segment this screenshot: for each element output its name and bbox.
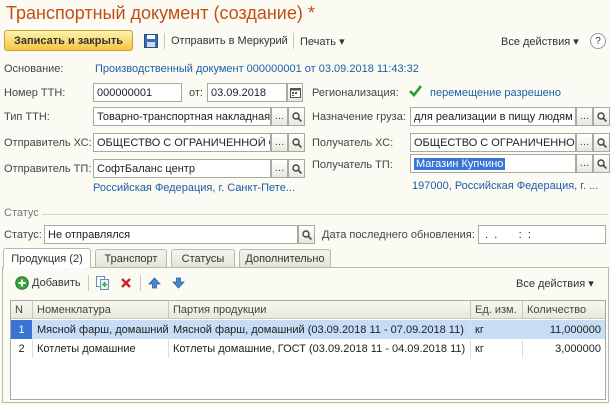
last-update-value: . . : : xyxy=(482,228,531,241)
row-nomenclature: Мясной фарш, домашний xyxy=(33,320,169,339)
search-icon xyxy=(291,137,302,148)
receiver-hs-value: ОБЩЕСТВО С ОГРАНИЧЕННОЙ ОТВЕТСТВЕННОСТЬЮ xyxy=(414,136,575,149)
sender-tp-value: СофтБаланс центр xyxy=(97,162,195,175)
receiver-hs-label: Получатель ХС: xyxy=(312,137,394,149)
calendar-button[interactable] xyxy=(287,83,303,102)
regionalization-status: перемещение разрешено xyxy=(430,87,561,99)
row-number: 2 xyxy=(11,339,33,358)
cargo-purpose-value: для реализации в пищу людям xyxy=(414,110,573,123)
save-and-close-button[interactable]: Записать и закрыть xyxy=(4,30,133,51)
date-from-label: от: xyxy=(189,87,203,99)
last-update-label: Дата последнего обновления: xyxy=(322,229,475,241)
delete-icon[interactable] xyxy=(118,275,134,291)
receiver-tp-value: Магазин Купчино xyxy=(414,157,506,170)
receiver-tp-search-button[interactable] xyxy=(593,154,610,173)
search-icon xyxy=(596,111,607,122)
status-value: Не отправлялся xyxy=(48,228,131,241)
column-header-n[interactable]: N xyxy=(11,301,33,319)
regionalization-label: Регионализация: xyxy=(312,87,399,99)
status-label: Статус: xyxy=(4,229,42,241)
date-field[interactable]: 03.09.2018 xyxy=(207,83,287,102)
sender-tp-search-button[interactable] xyxy=(288,159,305,178)
tab-statuses[interactable]: Статусы xyxy=(171,249,235,267)
row-batch: Котлеты домашние, ГОСТ (03.09.2018 11 - … xyxy=(169,339,471,358)
sender-hs-select-button[interactable]: … xyxy=(271,133,288,152)
check-icon xyxy=(408,84,422,98)
add-button[interactable]: Добавить xyxy=(32,277,81,289)
ttn-type-field[interactable]: Товарно-транспортная накладная xyxy=(93,107,271,126)
ttn-type-label: Тип ТТН: xyxy=(4,111,50,123)
row-number: 1 xyxy=(11,320,33,339)
ttn-number-label: Номер ТТН: xyxy=(4,87,66,99)
table-row[interactable]: 2 Котлеты домашние Котлеты домашние, ГОС… xyxy=(11,339,605,358)
search-icon xyxy=(291,111,302,122)
receiver-hs-field[interactable]: ОБЩЕСТВО С ОГРАНИЧЕННОЙ ОТВЕТСТВЕННОСТЬЮ xyxy=(410,133,576,152)
sender-hs-value: ОБЩЕСТВО С ОГРАНИЧЕННОЙ ОТВЕТСТВЕННОСТЬЮ xyxy=(97,136,270,149)
receiver-tp-field[interactable]: Магазин Купчино xyxy=(410,154,576,173)
basis-link[interactable]: Производственный документ 000000001 от 0… xyxy=(95,63,435,75)
receiver-address-link[interactable]: 197000, Российская Федерация, г. ... xyxy=(412,180,602,192)
ttn-type-search-button[interactable] xyxy=(288,107,305,126)
all-actions-menu[interactable]: Все действия ▾ xyxy=(501,35,579,48)
search-icon xyxy=(596,158,607,169)
products-table: N Номенклатура Партия продукции Ед. изм.… xyxy=(10,300,606,400)
ttn-type-select-button[interactable]: … xyxy=(271,107,288,126)
sender-address-link[interactable]: Российская Федерация, г. Санкт-Пете... xyxy=(93,182,303,194)
tab-additional[interactable]: Дополнительно xyxy=(239,249,331,267)
basis-label: Основание: xyxy=(4,63,64,75)
row-nomenclature: Котлеты домашние xyxy=(33,339,169,358)
search-icon xyxy=(596,137,607,148)
row-unit: кг xyxy=(471,320,523,339)
column-header-batch[interactable]: Партия продукции xyxy=(169,301,471,319)
search-icon xyxy=(291,163,302,174)
save-icon[interactable] xyxy=(142,32,160,50)
cargo-purpose-select-button[interactable]: … xyxy=(576,107,593,126)
move-up-icon[interactable] xyxy=(146,275,162,291)
ttn-number-field[interactable]: 000000001 xyxy=(93,83,182,102)
receiver-hs-select-button[interactable]: … xyxy=(576,133,593,152)
receiver-hs-search-button[interactable] xyxy=(593,133,610,152)
sender-hs-search-button[interactable] xyxy=(288,133,305,152)
move-down-icon[interactable] xyxy=(170,275,186,291)
calendar-icon xyxy=(289,88,301,98)
search-icon xyxy=(301,229,312,240)
row-quantity: 3,000000 xyxy=(555,342,601,355)
send-to-mercury-button[interactable]: Отправить в Меркурий xyxy=(171,35,288,47)
status-section-title: Статус xyxy=(4,207,39,219)
last-update-field: . . : : xyxy=(478,225,606,244)
cargo-purpose-field[interactable]: для реализации в пищу людям xyxy=(410,107,576,126)
column-header-quantity[interactable]: Количество xyxy=(523,301,605,319)
cargo-purpose-search-button[interactable] xyxy=(593,107,610,126)
status-field: Не отправлялся xyxy=(44,225,298,244)
tab-products[interactable]: Продукция (2) xyxy=(3,248,91,268)
print-menu-button[interactable]: Печать ▾ xyxy=(300,35,345,48)
row-batch: Мясной фарш, домашний (03.09.2018 11 - 0… xyxy=(169,320,471,339)
sender-tp-field[interactable]: СофтБаланс центр xyxy=(93,159,271,178)
receiver-tp-select-button[interactable]: … xyxy=(576,154,593,173)
column-header-nomenclature[interactable]: Номенклатура xyxy=(33,301,169,319)
tab-transport[interactable]: Транспорт xyxy=(95,249,167,267)
copy-icon[interactable] xyxy=(94,275,110,291)
ttn-type-value: Товарно-транспортная накладная xyxy=(97,110,270,123)
sender-hs-field[interactable]: ОБЩЕСТВО С ОГРАНИЧЕННОЙ ОТВЕТСТВЕННОСТЬЮ xyxy=(93,133,271,152)
page-title: Транспортный документ (создание) * xyxy=(6,3,315,23)
products-all-actions-menu[interactable]: Все действия ▾ xyxy=(516,277,594,290)
row-quantity: 11,000000 xyxy=(549,323,601,336)
ttn-number-value: 000000001 xyxy=(97,86,153,99)
add-icon[interactable] xyxy=(14,275,30,291)
sender-tp-label: Отправитель ТП: xyxy=(4,163,92,175)
row-unit: кг xyxy=(471,339,523,358)
status-search-button[interactable] xyxy=(298,225,315,244)
sender-hs-label: Отправитель ХС: xyxy=(4,137,92,149)
receiver-tp-label: Получатель ТП: xyxy=(312,159,393,171)
sender-tp-select-button[interactable]: … xyxy=(271,159,288,178)
cargo-purpose-label: Назначение груза: xyxy=(312,111,406,123)
column-header-unit[interactable]: Ед. изм. xyxy=(471,301,523,319)
help-icon[interactable]: ? xyxy=(590,33,606,49)
table-row[interactable]: 1 Мясной фарш, домашний Мясной фарш, дом… xyxy=(11,320,605,339)
date-value: 03.09.2018 xyxy=(211,86,267,99)
